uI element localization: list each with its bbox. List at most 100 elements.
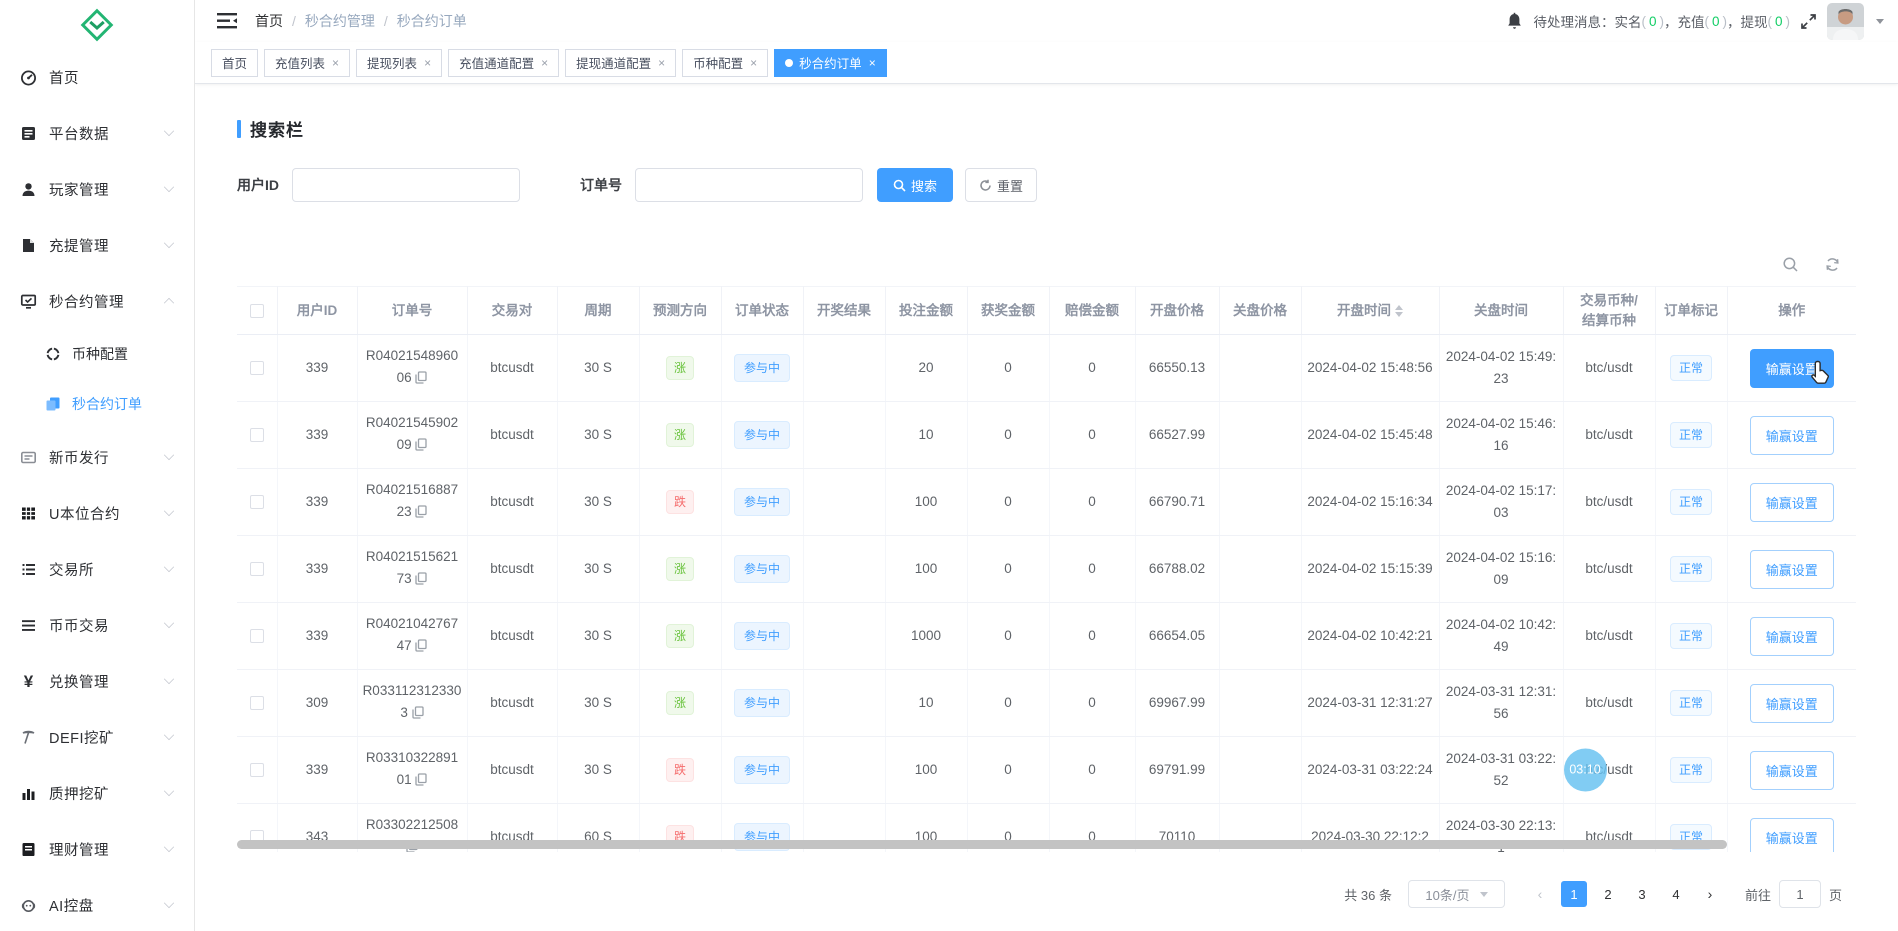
cell-result: [803, 401, 886, 470]
sort-icon[interactable]: [1395, 305, 1403, 318]
close-icon[interactable]: ×: [541, 57, 548, 69]
win-lose-settings-button[interactable]: 输赢设置: [1749, 348, 1834, 388]
withdraw-count: 0: [1774, 13, 1783, 29]
tab-deposit-list[interactable]: 充值列表 ×: [264, 48, 351, 77]
win-lose-settings-button[interactable]: 输赢设置: [1749, 683, 1834, 723]
row-checkbox[interactable]: [249, 428, 264, 443]
win-lose-settings-button[interactable]: 输赢设置: [1749, 482, 1834, 522]
close-icon[interactable]: ×: [332, 57, 339, 69]
order-no-input[interactable]: [635, 168, 863, 202]
win-lose-settings-button[interactable]: 输赢设置: [1749, 415, 1834, 455]
sidebar-item-platform-data[interactable]: 平台数据: [0, 105, 194, 161]
copy-icon[interactable]: [415, 570, 428, 592]
cell-pair: btcusdt: [467, 468, 558, 537]
sidebar-item-u-contract[interactable]: U本位合约: [0, 485, 194, 541]
user-id-input[interactable]: [292, 168, 520, 202]
row-checkbox[interactable]: [249, 495, 264, 510]
cell-user-id: 339: [277, 736, 358, 805]
tab-coin-config[interactable]: 币种配置 ×: [682, 48, 769, 77]
page-button-2[interactable]: 2: [1595, 881, 1621, 907]
deposit-count: 0: [1711, 13, 1720, 29]
avatar[interactable]: [1827, 2, 1864, 40]
win-lose-settings-button[interactable]: 输赢设置: [1749, 750, 1834, 790]
copy-icon[interactable]: [415, 503, 428, 525]
active-dot: [785, 58, 794, 67]
page-size-select[interactable]: 10条/页: [1407, 880, 1505, 908]
fullscreen-icon[interactable]: [1800, 13, 1817, 30]
breadcrumb-current: 秒合约订单: [396, 13, 467, 29]
sidebar-item-second-contract-orders[interactable]: 秒合约订单: [0, 379, 194, 429]
search-icon[interactable]: [1780, 254, 1800, 274]
sidebar-item-exchange[interactable]: 交易所: [0, 541, 194, 597]
sidebar-item-staking-mining[interactable]: 质押挖矿: [0, 765, 194, 821]
checkbox-cell: [237, 669, 278, 738]
cell-close-price: [1219, 535, 1302, 604]
close-icon[interactable]: ×: [658, 57, 665, 69]
copy-icon[interactable]: [415, 637, 428, 659]
row-checkbox[interactable]: [249, 696, 264, 711]
order-no-label: 订单号: [580, 177, 622, 193]
search-button[interactable]: 搜索: [877, 168, 954, 202]
sidebar-item-coin-config[interactable]: 币种配置: [0, 329, 194, 379]
close-icon[interactable]: ×: [424, 57, 431, 69]
breadcrumb-home[interactable]: 首页: [255, 11, 283, 31]
select-all-checkbox[interactable]: [249, 304, 264, 319]
sidebar-item-player-management[interactable]: 玩家管理: [0, 161, 194, 217]
sidebar-item-deposit-withdraw[interactable]: 充提管理: [0, 217, 194, 273]
refresh-icon[interactable]: [1822, 254, 1842, 274]
cell-coin: btc/usdt: [1563, 669, 1656, 738]
horizontal-scrollbar-thumb[interactable]: [237, 840, 1727, 849]
cell-compensate-amount: 0: [1049, 334, 1136, 403]
page-button-1[interactable]: 1: [1560, 881, 1587, 907]
cell-open-price: 66790.71: [1135, 468, 1220, 537]
sidebar-item-defi-mining[interactable]: DEFI挖矿: [0, 709, 194, 765]
next-page-button[interactable]: ›: [1697, 881, 1723, 907]
copy-icon[interactable]: [415, 771, 428, 793]
close-icon[interactable]: ×: [869, 57, 876, 69]
tab-withdraw-list[interactable]: 提现列表 ×: [356, 48, 443, 77]
sidebar-item-label: 质押挖矿: [49, 786, 109, 803]
win-lose-settings-button[interactable]: 输赢设置: [1749, 616, 1834, 656]
direction-badge: 涨: [665, 423, 694, 448]
reset-button[interactable]: 重置: [965, 168, 1038, 202]
col-open-time: 开盘时间: [1301, 286, 1440, 336]
page-button-3[interactable]: 3: [1629, 881, 1655, 907]
goto-page-input[interactable]: [1778, 880, 1821, 908]
exchange-list-icon: [20, 561, 37, 578]
sidebar-item-ai-control[interactable]: AI控盘: [0, 877, 194, 931]
sidebar-item-home[interactable]: 首页: [0, 49, 194, 105]
row-checkbox[interactable]: [249, 763, 264, 778]
row-checkbox[interactable]: [249, 361, 264, 376]
close-icon[interactable]: ×: [750, 57, 757, 69]
col-period: 周期: [557, 286, 640, 336]
prev-page-button[interactable]: ‹: [1527, 881, 1553, 907]
direction-badge: 涨: [665, 557, 694, 582]
logo: [0, 0, 194, 49]
breadcrumb-parent[interactable]: 秒合约管理: [305, 11, 375, 31]
win-lose-settings-button[interactable]: 输赢设置: [1749, 549, 1834, 589]
cell-order-no: R0331032289101: [357, 736, 468, 805]
sidebar-item-new-coin[interactable]: 新币发行: [0, 429, 194, 485]
chevron-down-icon[interactable]: [1876, 18, 1884, 24]
sidebar-item-wealth-management[interactable]: 理财管理: [0, 821, 194, 877]
menu-fold-icon[interactable]: [217, 12, 237, 30]
chevron-down-icon: [163, 673, 175, 685]
copy-icon[interactable]: [415, 369, 428, 391]
copy-icon[interactable]: [415, 436, 428, 458]
sidebar-item-spot-trading[interactable]: 币币交易: [0, 597, 194, 653]
tab-home[interactable]: 首页: [211, 48, 259, 77]
cell-pair: btcusdt: [467, 669, 558, 738]
row-checkbox[interactable]: [249, 562, 264, 577]
cell-mark: 正常: [1655, 401, 1728, 470]
page-button-4[interactable]: 4: [1663, 881, 1689, 907]
sidebar-item-second-contract[interactable]: 秒合约管理: [0, 273, 194, 329]
tab-deposit-channel-config[interactable]: 充值通道配置 ×: [448, 48, 560, 77]
tab-withdraw-channel-config[interactable]: 提现通道配置 ×: [565, 48, 677, 77]
sidebar-item-swap-management[interactable]: ¥ 兑换管理: [0, 653, 194, 709]
table-row: 339 R0402151688723 btcusdt 30 S 跌参与中 100 0 0 66…: [237, 468, 1856, 537]
row-checkbox[interactable]: [249, 629, 264, 644]
tab-second-contract-orders[interactable]: 秒合约订单 ×: [774, 48, 887, 77]
mark-badge: 正常: [1669, 623, 1712, 650]
bell-icon[interactable]: [1506, 12, 1523, 30]
copy-icon[interactable]: [411, 704, 424, 726]
